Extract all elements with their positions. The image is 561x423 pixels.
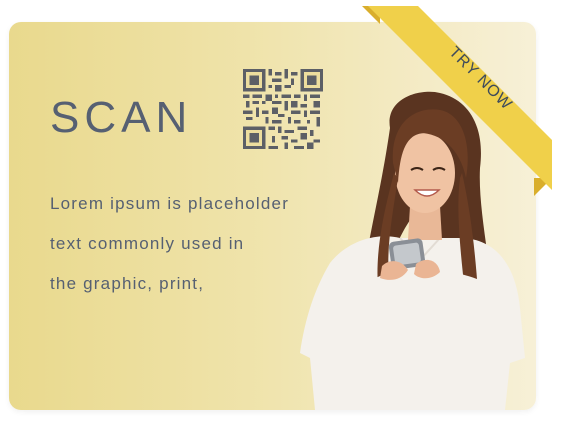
card-title: SCAN: [50, 93, 193, 142]
try-now-ribbon[interactable]: [362, 6, 552, 196]
